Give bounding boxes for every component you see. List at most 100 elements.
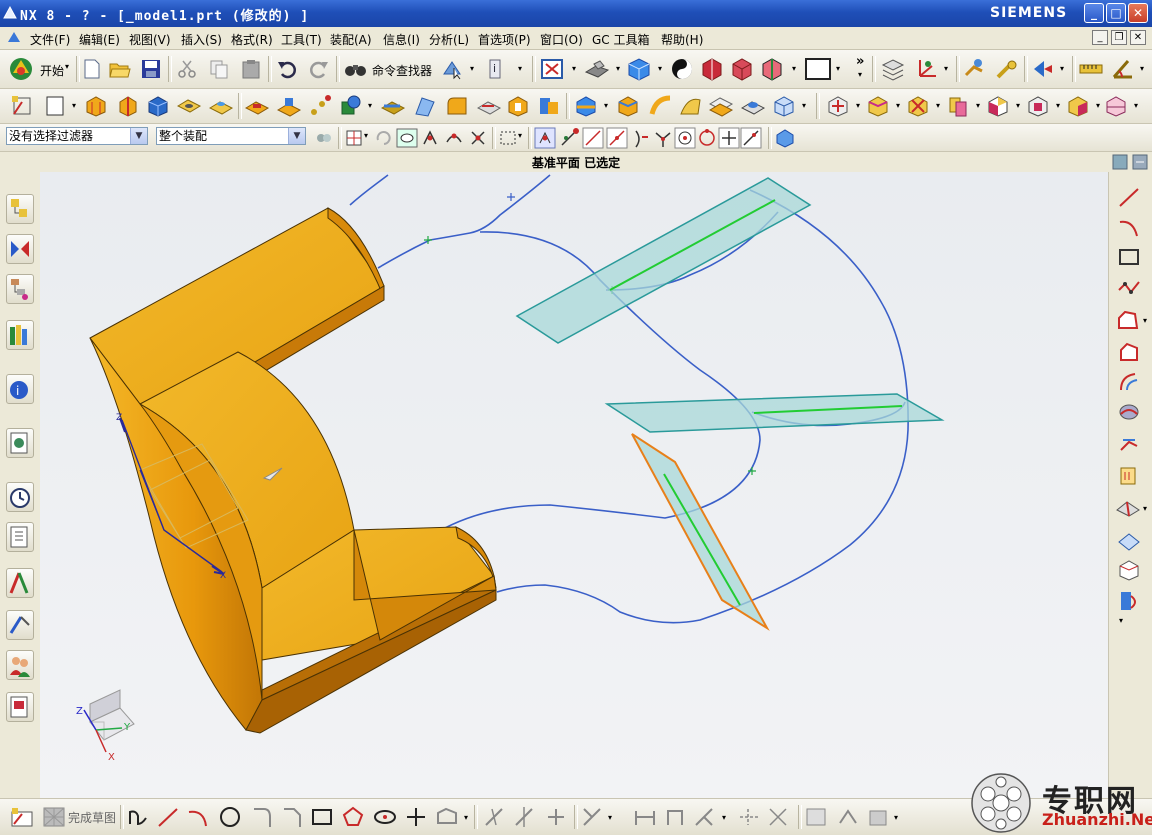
doc-restore-button[interactable]: ❐	[1111, 30, 1127, 45]
rectangle-dropdown-icon[interactable]: ▾	[518, 131, 522, 140]
selection-mode-icon[interactable]	[440, 58, 466, 80]
close-button[interactable]: ✕	[1128, 3, 1148, 23]
datum-plane-icon[interactable]	[44, 94, 68, 118]
move-face-icon[interactable]	[826, 94, 852, 118]
revolve-icon[interactable]	[116, 94, 140, 118]
copy-icon[interactable]	[208, 58, 230, 80]
system-materials-button[interactable]	[6, 522, 34, 552]
rectangle-sketch-icon[interactable]	[310, 805, 334, 829]
surface-dropdown-icon[interactable]: ▾	[802, 101, 806, 110]
boolean-dropdown-icon[interactable]: ▾	[368, 101, 372, 110]
menu-info[interactable]: 信息(I)	[383, 31, 420, 48]
history-button[interactable]	[6, 482, 34, 512]
solid-body[interactable]	[89, 207, 497, 734]
trim-body-icon[interactable]	[574, 94, 600, 118]
make-corner-icon[interactable]	[544, 805, 568, 829]
sketch-icon[interactable]	[10, 94, 34, 118]
rectangle-icon[interactable]	[1117, 246, 1141, 268]
doc-close-button[interactable]: ✕	[1130, 30, 1146, 45]
info-dropdown-icon[interactable]: ▾	[518, 64, 522, 73]
studio-spline-icon[interactable]	[1117, 276, 1141, 298]
sketch-style-dropdown-icon[interactable]: ▾	[894, 813, 898, 822]
extrude-icon[interactable]	[84, 94, 108, 118]
menu-analysis[interactable]: 分析(L)	[429, 31, 469, 48]
pull-face-icon[interactable]	[866, 94, 892, 118]
translucency-icon[interactable]	[760, 57, 784, 81]
show-constraints-dropdown-icon[interactable]: ▾	[722, 813, 726, 822]
block-icon[interactable]	[146, 94, 170, 118]
edge-blend-icon[interactable]	[444, 94, 470, 118]
view-orientation-dropdown-icon[interactable]: ▾	[616, 64, 620, 73]
swept-surface-icon[interactable]	[678, 94, 704, 118]
chevron-down-icon[interactable]: ▼	[288, 128, 305, 144]
general-selection-icon[interactable]	[344, 128, 364, 148]
constraint-navigator-button[interactable]	[6, 234, 34, 264]
datum-dropdown-icon[interactable]: ▾	[72, 101, 76, 110]
render-dropdown-icon[interactable]: ▾	[658, 64, 662, 73]
feature-overflow-dropdown-icon[interactable]: ▾	[1134, 101, 1138, 110]
start-icon[interactable]	[8, 56, 34, 82]
offset-region-icon[interactable]	[1026, 94, 1052, 118]
constraint-dropdown-icon[interactable]: ▾	[608, 813, 612, 822]
menu-file[interactable]: 文件(F)	[30, 31, 70, 48]
rectangle-select-icon[interactable]	[498, 128, 518, 148]
web-browser-button[interactable]	[6, 428, 34, 458]
section-curve-icon[interactable]	[1115, 496, 1143, 520]
menu-window[interactable]: 窗口(O)	[540, 31, 583, 48]
undo-icon[interactable]	[276, 58, 298, 80]
snap-view-icon[interactable]	[1030, 57, 1056, 81]
thread-icon[interactable]	[536, 94, 562, 118]
line-icon[interactable]	[1117, 186, 1141, 208]
view-triad[interactable]	[83, 689, 135, 753]
new-file-icon[interactable]	[82, 58, 102, 80]
hole-icon[interactable]	[176, 94, 202, 118]
datum-plane-selected[interactable]	[631, 433, 770, 631]
measure-distance-icon[interactable]	[1078, 59, 1104, 79]
doc-minimize-button[interactable]: _	[1092, 30, 1108, 45]
selection-scope-dropdown[interactable]: 整个装配 ▼	[156, 127, 306, 145]
sync-dropdown-icon[interactable]: ▾	[856, 101, 860, 110]
redo-icon[interactable]	[308, 58, 330, 80]
menu-tools[interactable]: 工具(T)	[281, 31, 322, 48]
offset-sketch-dropdown-icon[interactable]: ▾	[464, 813, 468, 822]
command-finder-button[interactable]: 命令查找器	[372, 62, 432, 79]
edge-display-icon[interactable]	[730, 57, 754, 81]
offset-sketch-icon[interactable]	[434, 805, 460, 829]
toolbar-overflow-button[interactable]: »	[856, 54, 864, 69]
extract-curve-icon[interactable]	[1117, 558, 1141, 582]
fit-view-icon[interactable]	[540, 58, 564, 80]
assembly-filter-icon[interactable]	[314, 128, 334, 148]
assembly-navigator-button[interactable]	[6, 194, 34, 224]
sweep-icon[interactable]	[380, 94, 406, 118]
selection-mode-dropdown-icon[interactable]: ▾	[470, 64, 474, 73]
sketch-in-task-icon[interactable]	[10, 806, 34, 828]
shell-icon[interactable]	[506, 94, 532, 118]
circle-sketch-icon[interactable]	[218, 805, 242, 829]
point-on-face-icon[interactable]	[740, 127, 762, 149]
show-constraints-icon[interactable]	[692, 805, 718, 829]
finish-sketch-button[interactable]: 完成草图	[68, 809, 116, 826]
guide-curve[interactable]	[349, 174, 389, 206]
layout-dropdown-icon[interactable]: ▾	[836, 64, 840, 73]
curve-on-surface-icon[interactable]	[1117, 400, 1141, 424]
menu-gc-toolbox[interactable]: GC 工具箱	[592, 31, 650, 48]
display-dropdown-icon[interactable]: ▾	[792, 64, 796, 73]
polygon-icon[interactable]	[1117, 340, 1141, 364]
group-dropdown-icon[interactable]: ▾	[1096, 101, 1100, 110]
measure-dropdown-icon[interactable]: ▾	[1140, 64, 1144, 73]
wcs-dropdown-icon[interactable]: ▾	[944, 64, 948, 73]
resize-dropdown-icon[interactable]: ▾	[1016, 101, 1020, 110]
quick-extend-icon[interactable]	[512, 805, 536, 829]
line-sketch-icon[interactable]	[156, 806, 180, 828]
convert-reference-icon[interactable]	[736, 805, 762, 829]
wcs-icon[interactable]	[914, 56, 940, 82]
feature-selection-icon[interactable]	[396, 128, 418, 148]
alternate-solution-icon[interactable]	[766, 805, 792, 829]
paste-icon[interactable]	[240, 58, 262, 80]
manufacturing-wizards-button[interactable]	[6, 610, 34, 640]
resource-bar-pin-icon[interactable]	[1132, 154, 1148, 170]
menu-insert[interactable]: 插入(S)	[181, 31, 222, 48]
menu-edit[interactable]: 编辑(E)	[79, 31, 120, 48]
bounding-body-icon[interactable]	[772, 94, 798, 118]
measure-angle-icon[interactable]	[1110, 57, 1136, 81]
